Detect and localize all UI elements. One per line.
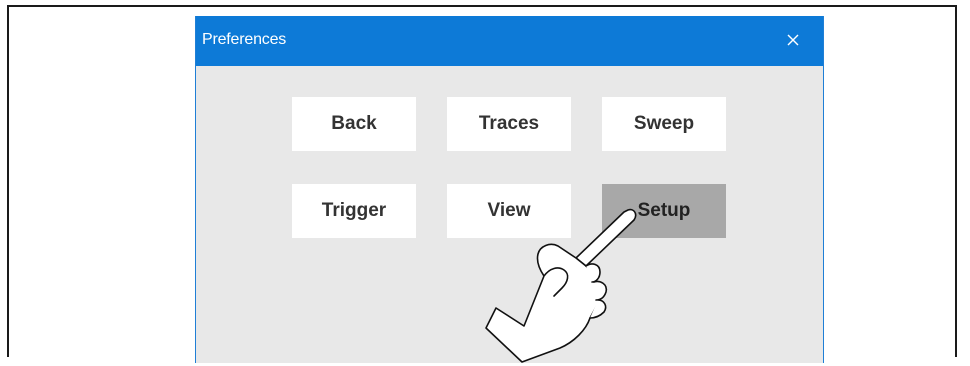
back-button-label: Back <box>331 113 377 134</box>
traces-button-label: Traces <box>478 113 540 134</box>
close-button[interactable] <box>783 30 803 50</box>
traces-button[interactable]: Traces <box>447 97 571 151</box>
close-icon <box>787 34 799 46</box>
setup-button[interactable]: Setup <box>602 184 726 238</box>
title-bar: Preferences <box>196 16 823 66</box>
setup-button-label: Setup <box>637 200 691 221</box>
back-button[interactable]: Back <box>292 97 416 151</box>
view-button-label: View <box>487 200 531 221</box>
sweep-button-label: Sweep <box>633 113 695 134</box>
dialog-title: Preferences <box>202 31 287 48</box>
preferences-dialog: Preferences Back Traces Sweep Trigger Vi… <box>195 16 824 363</box>
view-button[interactable]: View <box>447 184 571 238</box>
trigger-button-label: Trigger <box>321 200 387 221</box>
trigger-button[interactable]: Trigger <box>292 184 416 238</box>
sweep-button[interactable]: Sweep <box>602 97 726 151</box>
